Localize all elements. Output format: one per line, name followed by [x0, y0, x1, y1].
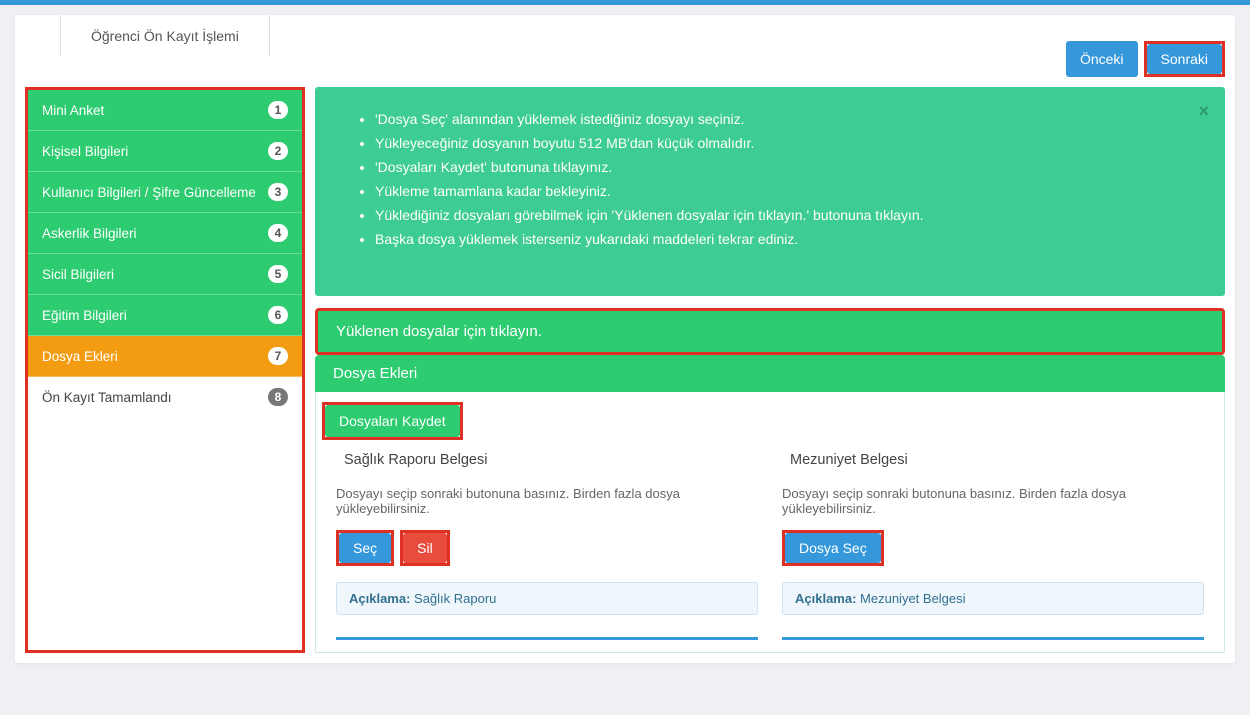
file-col-mezuniyet: Mezuniyet Belgesi Dosyayı seçip sonraki … — [782, 452, 1204, 640]
sidebar-item-label: Ön Kayıt Tamamlandı — [42, 390, 172, 405]
delete-button-highlight: Sil — [400, 530, 450, 566]
file-columns: Sağlık Raporu Belgesi Dosyayı seçip sonr… — [316, 452, 1224, 652]
select-button-highlight: Dosya Seç — [782, 530, 884, 566]
save-files-button[interactable]: Dosyaları Kaydet — [325, 405, 460, 437]
column-underline — [336, 637, 758, 640]
note-value: Sağlık Raporu — [410, 591, 496, 606]
top-accent-bar — [0, 0, 1250, 5]
sidebar-item-badge: 4 — [268, 224, 288, 242]
main-container: Öğrenci Ön Kayıt İşlemi Önceki Sonraki M… — [15, 15, 1235, 663]
sidebar-steps: Mini Anket 1 Kişisel Bilgileri 2 Kullanı… — [25, 87, 305, 653]
uploaded-files-bar[interactable]: Yüklenen dosyalar için tıklayın. — [315, 308, 1225, 355]
sidebar-item-kullanici[interactable]: Kullanıcı Bilgileri / Şifre Güncelleme 3 — [28, 172, 302, 213]
file-buttons-left: Seç Sil — [336, 530, 758, 566]
info-list-item: Yükleyeceğiniz dosyanın boyutu 512 MB'da… — [375, 131, 1205, 155]
file-attachments-header: Dosya Ekleri — [315, 355, 1225, 392]
sidebar-item-badge: 2 — [268, 142, 288, 160]
delete-file-button[interactable]: Sil — [403, 533, 447, 563]
file-col-saglik: Sağlık Raporu Belgesi Dosyayı seçip sonr… — [336, 452, 758, 640]
column-underline — [782, 637, 1204, 640]
info-list: 'Dosya Seç' alanından yüklemek istediğin… — [335, 107, 1205, 251]
sidebar-item-tamamlandi[interactable]: Ön Kayıt Tamamlandı 8 — [28, 377, 302, 417]
close-icon[interactable]: × — [1198, 101, 1209, 122]
sidebar-item-badge: 7 — [268, 347, 288, 365]
file-col-desc: Dosyayı seçip sonraki butonuna basınız. … — [782, 486, 1204, 516]
info-list-item: Yükleme tamamlana kadar bekleyiniz. — [375, 179, 1205, 203]
info-list-item: Yüklediğiniz dosyaları görebilmek için '… — [375, 203, 1205, 227]
note-label: Açıklama: — [795, 591, 856, 606]
sidebar-item-label: Askerlik Bilgileri — [42, 226, 137, 241]
top-buttons: Önceki Sonraki — [1066, 15, 1225, 77]
select-button-highlight: Seç — [336, 530, 394, 566]
sidebar-item-sicil[interactable]: Sicil Bilgileri 5 — [28, 254, 302, 295]
save-files-highlight: Dosyaları Kaydet — [322, 402, 463, 440]
info-alert-box: × 'Dosya Seç' alanından yüklemek istediğ… — [315, 87, 1225, 296]
sidebar-item-kisisel[interactable]: Kişisel Bilgileri 2 — [28, 131, 302, 172]
file-note-right: Açıklama: Mezuniyet Belgesi — [782, 582, 1204, 615]
file-buttons-right: Dosya Seç — [782, 530, 1204, 566]
sidebar-item-badge: 3 — [268, 183, 288, 201]
sidebar-item-badge: 1 — [268, 101, 288, 119]
header-row: Öğrenci Ön Kayıt İşlemi Önceki Sonraki — [15, 15, 1235, 77]
sidebar-item-askerlik[interactable]: Askerlik Bilgileri 4 — [28, 213, 302, 254]
sidebar-item-label: Kullanıcı Bilgileri / Şifre Güncelleme — [42, 185, 256, 200]
sidebar-item-label: Sicil Bilgileri — [42, 267, 114, 282]
file-col-desc: Dosyayı seçip sonraki butonuna basınız. … — [336, 486, 758, 516]
next-button[interactable]: Sonraki — [1147, 44, 1222, 74]
file-panel: Dosyaları Kaydet Sağlık Raporu Belgesi D… — [315, 392, 1225, 653]
next-button-highlight: Sonraki — [1144, 41, 1225, 77]
sidebar-item-badge: 5 — [268, 265, 288, 283]
sidebar-item-badge: 6 — [268, 306, 288, 324]
sidebar-item-mini-anket[interactable]: Mini Anket 1 — [28, 90, 302, 131]
select-file-button[interactable]: Dosya Seç — [785, 533, 881, 563]
prev-button[interactable]: Önceki — [1066, 41, 1138, 77]
sidebar-item-label: Kişisel Bilgileri — [42, 144, 128, 159]
info-list-item: 'Dosyaları Kaydet' butonuna tıklayınız. — [375, 155, 1205, 179]
sidebar-item-badge: 8 — [268, 388, 288, 406]
sidebar-item-dosya-ekleri[interactable]: Dosya Ekleri 7 — [28, 336, 302, 377]
info-list-item: Başka dosya yüklemek isterseniz yukarıda… — [375, 227, 1205, 251]
main-content: Mini Anket 1 Kişisel Bilgileri 2 Kullanı… — [15, 77, 1235, 663]
page-tab-title[interactable]: Öğrenci Ön Kayıt İşlemi — [60, 15, 270, 57]
content-area: × 'Dosya Seç' alanından yüklemek istediğ… — [315, 87, 1225, 653]
info-list-item: 'Dosya Seç' alanından yüklemek istediğin… — [375, 107, 1205, 131]
file-note-left: Açıklama: Sağlık Raporu — [336, 582, 758, 615]
note-value: Mezuniyet Belgesi — [856, 591, 965, 606]
select-file-button[interactable]: Seç — [339, 533, 391, 563]
sidebar-item-label: Dosya Ekleri — [42, 349, 118, 364]
file-col-title: Sağlık Raporu Belgesi — [336, 452, 758, 468]
sidebar-item-label: Mini Anket — [42, 103, 104, 118]
sidebar-item-egitim[interactable]: Eğitim Bilgileri 6 — [28, 295, 302, 336]
note-label: Açıklama: — [349, 591, 410, 606]
file-col-title: Mezuniyet Belgesi — [782, 452, 1204, 468]
sidebar-item-label: Eğitim Bilgileri — [42, 308, 127, 323]
